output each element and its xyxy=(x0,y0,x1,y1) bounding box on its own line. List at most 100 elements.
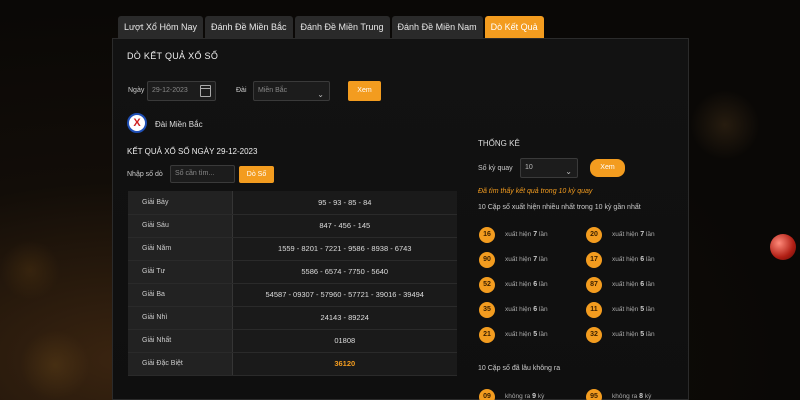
special-prize-numbers: 36120 xyxy=(232,352,457,376)
count-value: 5 xyxy=(640,306,645,313)
check-ticket-button[interactable]: Dò Số xyxy=(239,166,274,183)
count-value: 5 xyxy=(640,331,645,338)
background-glow xyxy=(20,330,90,400)
count-prefix: xuất hiện xyxy=(612,281,639,288)
count-value: 6 xyxy=(640,281,645,288)
station-label: Đài xyxy=(236,87,247,94)
prize-name: Giải Ba xyxy=(128,283,233,307)
count-suffix: lần xyxy=(645,331,655,338)
number-pair-badge: 32 xyxy=(586,327,602,343)
count-prefix: không ra xyxy=(505,393,531,400)
tab-check-results[interactable]: Dò Kết Quả xyxy=(484,16,544,38)
count-suffix: kỳ xyxy=(537,393,545,400)
background-glow xyxy=(690,90,760,160)
count-prefix: xuất hiện xyxy=(505,256,532,263)
count-suffix: lần xyxy=(645,231,655,238)
appearance-count: xuất hiện 6 lần xyxy=(612,256,655,263)
stats-title: THỐNG KÊ xyxy=(478,139,520,148)
number-pair-badge: 21 xyxy=(479,327,495,343)
appearance-count: xuất hiện 5 lần xyxy=(505,331,548,338)
count-prefix: không ra xyxy=(612,393,638,400)
region-name: Đài Miền Bắc xyxy=(155,120,203,129)
station-value: Miền Bắc xyxy=(258,87,288,94)
count-suffix: lần xyxy=(538,231,548,238)
number-pair-badge: 95 xyxy=(586,389,602,400)
ticket-number-input[interactable]: Số cần tìm... xyxy=(170,165,235,183)
appearance-count: xuất hiện 6 lần xyxy=(505,281,548,288)
count-suffix: kỳ xyxy=(644,393,652,400)
date-input[interactable]: 29-12-2023 xyxy=(147,81,216,101)
prize-numbers: 54587 - 09307 - 57960 - 57721 - 39016 - … xyxy=(232,283,457,307)
count-value: 6 xyxy=(533,281,538,288)
count-suffix: lần xyxy=(645,256,655,263)
number-pair-badge: 52 xyxy=(479,277,495,293)
number-pair-badge: 17 xyxy=(586,252,602,268)
count-suffix: lần xyxy=(538,281,548,288)
prize-name: Giải Năm xyxy=(128,237,233,261)
prize-name: Giải Nhất xyxy=(128,329,233,353)
appearance-count: xuất hiện 6 lần xyxy=(612,281,655,288)
tab-bar: Lượt Xổ Hôm Nay Đánh Đề Miền Bắc Đánh Đề… xyxy=(118,16,546,38)
count-value: 7 xyxy=(533,231,538,238)
count-suffix: lần xyxy=(538,306,548,313)
results-table: Giải Bảy 95 - 93 - 85 - 84 Giải Sáu 847 - … xyxy=(128,191,457,376)
prize-name: Giải Bảy xyxy=(128,191,233,215)
station-select[interactable]: Miền Bắc ⌄ xyxy=(253,81,330,101)
prize-numbers: 847 - 456 - 145 xyxy=(232,214,457,238)
count-prefix: xuất hiện xyxy=(505,231,532,238)
view-results-button[interactable]: Xem xyxy=(348,81,381,101)
appearance-count: xuất hiện 7 lần xyxy=(612,231,655,238)
prize-name: Giải Sáu xyxy=(128,214,233,238)
result-date-title: KẾT QUẢ XỔ SỐ NGÀY 29-12-2023 xyxy=(127,147,258,156)
table-row: Giải Đặc Biệt 36120 xyxy=(128,352,457,376)
count-prefix: xuất hiện xyxy=(505,331,532,338)
count-prefix: xuất hiện xyxy=(612,331,639,338)
tab-today-draw[interactable]: Lượt Xổ Hôm Nay xyxy=(118,16,203,38)
number-pair-badge: 87 xyxy=(586,277,602,293)
calendar-icon[interactable] xyxy=(200,85,211,97)
table-row: Giải Ba 54587 - 09307 - 57960 - 57721 - 3… xyxy=(128,283,457,307)
count-prefix: xuất hiện xyxy=(612,306,639,313)
number-pair-badge: 90 xyxy=(479,252,495,268)
rounds-value: 10 xyxy=(525,164,533,171)
prize-numbers: 95 - 93 - 85 - 84 xyxy=(232,191,457,215)
chevron-down-icon: ⌄ xyxy=(565,167,572,176)
count-prefix: xuất hiện xyxy=(505,306,532,313)
prize-numbers: 01808 xyxy=(232,329,457,353)
number-pair-badge: 16 xyxy=(479,227,495,243)
number-pair-badge: 35 xyxy=(479,302,495,318)
count-value: 8 xyxy=(639,393,644,400)
view-stats-button[interactable]: Xem xyxy=(590,159,625,177)
appearance-count: xuất hiện 7 lần xyxy=(505,231,548,238)
found-note: Đã tìm thấy kết quả trong 10 kỳ quay xyxy=(478,188,593,195)
table-row: Giải Nhất 01808 xyxy=(128,329,457,353)
tab-south-bet[interactable]: Đánh Đề Miền Nam xyxy=(391,16,483,38)
tab-north-bet[interactable]: Đánh Đề Miền Bắc xyxy=(204,16,293,38)
results-panel: DÒ KẾT QUẢ XỔ SỐ Ngày 29-12-2023 Đài Miề… xyxy=(112,38,689,400)
rounds-select[interactable]: 10 ⌄ xyxy=(520,158,578,178)
appearance-count: xuất hiện 6 lần xyxy=(505,306,548,313)
least-frequent-heading: 10 Cặp số đã lâu không ra xyxy=(478,365,561,372)
count-prefix: xuất hiện xyxy=(505,281,532,288)
number-pair-badge: 09 xyxy=(479,389,495,400)
count-value: 7 xyxy=(533,256,538,263)
appearance-count: không ra 8 kỳ xyxy=(612,393,651,400)
count-value: 6 xyxy=(533,306,538,313)
appearance-count: xuất hiện 5 lần xyxy=(612,331,655,338)
date-label: Ngày xyxy=(128,87,145,94)
table-row: Giải Sáu 847 - 456 - 145 xyxy=(128,214,457,238)
appearance-count: xuất hiện 7 lần xyxy=(505,256,548,263)
count-suffix: lần xyxy=(645,306,655,313)
prize-name: Giải Nhì xyxy=(128,306,233,330)
most-frequent-heading: 10 Cặp số xuất hiện nhiều nhất trong 10 … xyxy=(478,204,641,211)
count-prefix: xuất hiện xyxy=(612,256,639,263)
count-suffix: lần xyxy=(538,331,548,338)
background-glow xyxy=(0,240,60,300)
panel-title: DÒ KẾT QUẢ XỔ SỐ xyxy=(127,51,219,61)
prize-name: Giải Đặc Biệt xyxy=(128,352,233,376)
number-pair-badge: 20 xyxy=(586,227,602,243)
appearance-count: không ra 9 kỳ xyxy=(505,393,544,400)
tab-central-bet[interactable]: Đánh Đề Miền Trung xyxy=(294,16,390,38)
count-value: 9 xyxy=(532,393,537,400)
table-row: Giải Năm 1559 - 8201 - 7221 - 9586 - 8938… xyxy=(128,237,457,261)
